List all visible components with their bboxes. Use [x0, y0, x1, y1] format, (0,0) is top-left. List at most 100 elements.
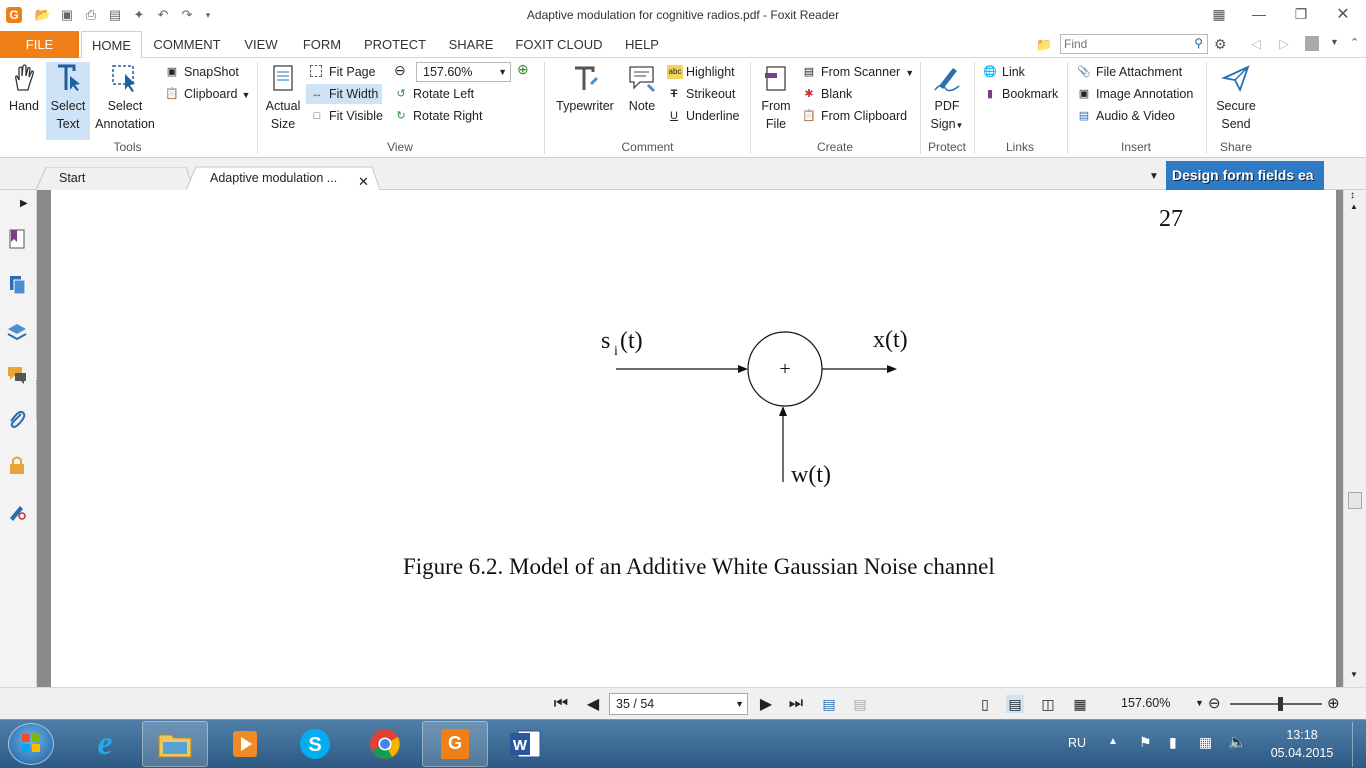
zoom-slider-track[interactable] — [1230, 703, 1322, 705]
comments-icon[interactable] — [6, 364, 28, 386]
close-button[interactable]: ✕ — [1320, 0, 1366, 28]
taskbar-internet-explorer[interactable]: e — [72, 721, 138, 767]
document-viewport[interactable]: 27 s i (t) + x(t) w(t) Figure 6.2. Model… — [37, 190, 1343, 687]
system-clock[interactable]: 13:18 05.04.2015 — [1262, 726, 1342, 762]
expand-panel-icon[interactable]: ▶ — [20, 198, 28, 209]
tab-document[interactable]: Adaptive modulation ... — [192, 167, 352, 190]
collapse-ribbon-icon[interactable]: ⌃ — [1350, 36, 1359, 49]
previous-view-icon[interactable]: ▤ — [820, 695, 838, 713]
taskbar-word[interactable]: W — [492, 721, 558, 767]
single-page-icon[interactable]: ▯ — [976, 695, 994, 713]
close-tab-icon[interactable]: ✕ — [358, 174, 369, 190]
tab-home[interactable]: HOME — [81, 31, 142, 59]
taskbar-explorer[interactable] — [142, 721, 208, 767]
pdf-page[interactable]: 27 s i (t) + x(t) w(t) Figure 6.2. Model… — [51, 190, 1336, 687]
pdf-sign-button[interactable]: PDF Sign▼ — [926, 62, 968, 135]
account-dropdown-icon[interactable]: ▼ — [1330, 37, 1339, 47]
typewriter-button[interactable]: Typewriter — [551, 62, 619, 115]
underline-button[interactable]: U Underline — [667, 106, 740, 126]
pages-icon[interactable] — [6, 274, 28, 296]
signatures-icon[interactable] — [6, 500, 28, 522]
ad-banner[interactable]: Design form fields ea — [1166, 161, 1324, 190]
next-page-icon[interactable]: ▶ — [757, 695, 775, 713]
tab-share[interactable]: SHARE — [440, 31, 502, 58]
language-indicator[interactable]: RU — [1068, 736, 1086, 750]
bookmark-button[interactable]: ▮ Bookmark — [983, 84, 1058, 104]
strikeout-button[interactable]: T Strikeout — [667, 84, 736, 104]
snapshot-button[interactable]: ▣ SnapShot — [165, 62, 239, 82]
tab-comment[interactable]: COMMENT — [146, 31, 228, 58]
fit-visible-button[interactable]: □ Fit Visible — [310, 106, 383, 126]
audio-video-button[interactable]: ▤ Audio & Video — [1077, 106, 1175, 126]
forward-icon[interactable]: ▷ — [1279, 36, 1289, 52]
select-annotation-button[interactable]: Select Annotation — [92, 62, 158, 133]
scroll-up-icon[interactable]: ▲ — [1350, 202, 1358, 211]
image-annotation-button[interactable]: ▣ Image Annotation — [1077, 84, 1194, 104]
previous-page-icon[interactable]: ◀ — [584, 695, 602, 713]
status-zoom-in-icon[interactable]: ⊕ — [1327, 694, 1340, 712]
tab-protect[interactable]: PROTECT — [356, 31, 434, 58]
tab-help[interactable]: HELP — [618, 31, 666, 58]
from-file-button[interactable]: From File — [756, 62, 796, 133]
link-button[interactable]: 🌐 Link — [983, 62, 1025, 82]
search-folder-icon[interactable]: 📁 — [1036, 37, 1052, 53]
next-view-icon[interactable]: ▤ — [851, 695, 869, 713]
split-icon[interactable]: ↕ — [1350, 190, 1355, 201]
note-button[interactable]: Note — [624, 62, 660, 115]
vertical-scrollbar[interactable]: ↕ ▲ ▼ — [1343, 190, 1366, 687]
select-text-button[interactable]: Select Text — [46, 62, 90, 140]
tab-form[interactable]: FORM — [296, 31, 348, 58]
continuous-page-icon[interactable]: ▤ — [1006, 695, 1024, 713]
layers-icon[interactable] — [6, 320, 28, 342]
from-clipboard-button[interactable]: 📋 From Clipboard — [802, 106, 907, 126]
from-scanner-button[interactable]: ▤ From Scanner ▼ — [802, 62, 914, 82]
action-center-icon[interactable]: ⚑ — [1139, 734, 1152, 751]
start-button[interactable] — [8, 723, 54, 765]
actual-size-button[interactable]: Actual Size — [262, 62, 304, 133]
find-field[interactable]: ⚲ — [1060, 34, 1208, 54]
first-page-icon[interactable]: ⏮ — [552, 695, 570, 713]
gear-icon[interactable]: ⚙ — [1214, 36, 1227, 53]
search-icon[interactable]: ⚲ — [1194, 36, 1203, 50]
taskbar-foxit-reader[interactable]: G — [422, 721, 488, 767]
tab-file[interactable]: FILE — [0, 31, 79, 58]
network-icon[interactable]: ▦ — [1199, 734, 1212, 751]
page-navigation-field[interactable]: 35 / 54 ▼ — [609, 693, 748, 715]
show-hidden-icons-icon[interactable]: ▲ — [1108, 736, 1118, 747]
taskbar-media-player[interactable] — [212, 721, 278, 767]
secure-send-button[interactable]: Secure Send — [1212, 62, 1260, 133]
fit-page-button[interactable]: Fit Page — [310, 62, 376, 82]
volume-icon[interactable]: 🔈 — [1228, 733, 1247, 751]
blank-button[interactable]: ✱ Blank — [802, 84, 852, 104]
show-desktop-button[interactable] — [1352, 722, 1364, 767]
rotate-left-button[interactable]: ↺ Rotate Left — [394, 84, 474, 104]
attachments-icon[interactable] — [6, 408, 28, 430]
rotate-right-button[interactable]: ↻ Rotate Right — [394, 106, 482, 126]
bookmarks-icon[interactable] — [6, 228, 28, 250]
continuous-facing-icon[interactable]: ▦ — [1071, 695, 1089, 713]
minimize-button[interactable]: — — [1236, 0, 1282, 28]
status-zoom-dropdown-icon[interactable]: ▼ — [1195, 698, 1204, 708]
last-page-icon[interactable]: ⏭ — [787, 695, 805, 713]
taskbar-skype[interactable]: S — [282, 721, 348, 767]
security-lock-icon[interactable] — [6, 454, 28, 476]
facing-pages-icon[interactable]: ◫ — [1039, 695, 1057, 713]
fit-width-button[interactable]: ↔ Fit Width — [306, 84, 383, 104]
tab-view[interactable]: VIEW — [234, 31, 288, 58]
zoom-select[interactable]: 157.60% ▼ — [416, 62, 511, 82]
scroll-down-icon[interactable]: ▼ — [1350, 670, 1358, 679]
tab-start[interactable]: Start — [40, 167, 190, 190]
power-icon[interactable]: ▮ — [1169, 734, 1177, 751]
zoom-in-icon[interactable]: ⊕ — [517, 61, 529, 78]
tabs-dropdown-icon[interactable]: ▼ — [1149, 171, 1159, 182]
taskbar-chrome[interactable] — [352, 721, 418, 767]
restore-button[interactable]: ❐ — [1278, 0, 1324, 28]
highlight-button[interactable]: abc Highlight — [667, 62, 735, 82]
status-zoom-out-icon[interactable]: ⊖ — [1208, 694, 1221, 712]
scroll-thumb[interactable] — [1348, 492, 1362, 509]
status-zoom-value[interactable]: 157.60% — [1121, 696, 1170, 710]
file-attachment-button[interactable]: 📎 File Attachment — [1077, 62, 1182, 82]
zoom-slider-thumb[interactable] — [1278, 697, 1283, 711]
account-icon[interactable] — [1305, 36, 1319, 51]
find-input[interactable] — [1061, 35, 1181, 53]
